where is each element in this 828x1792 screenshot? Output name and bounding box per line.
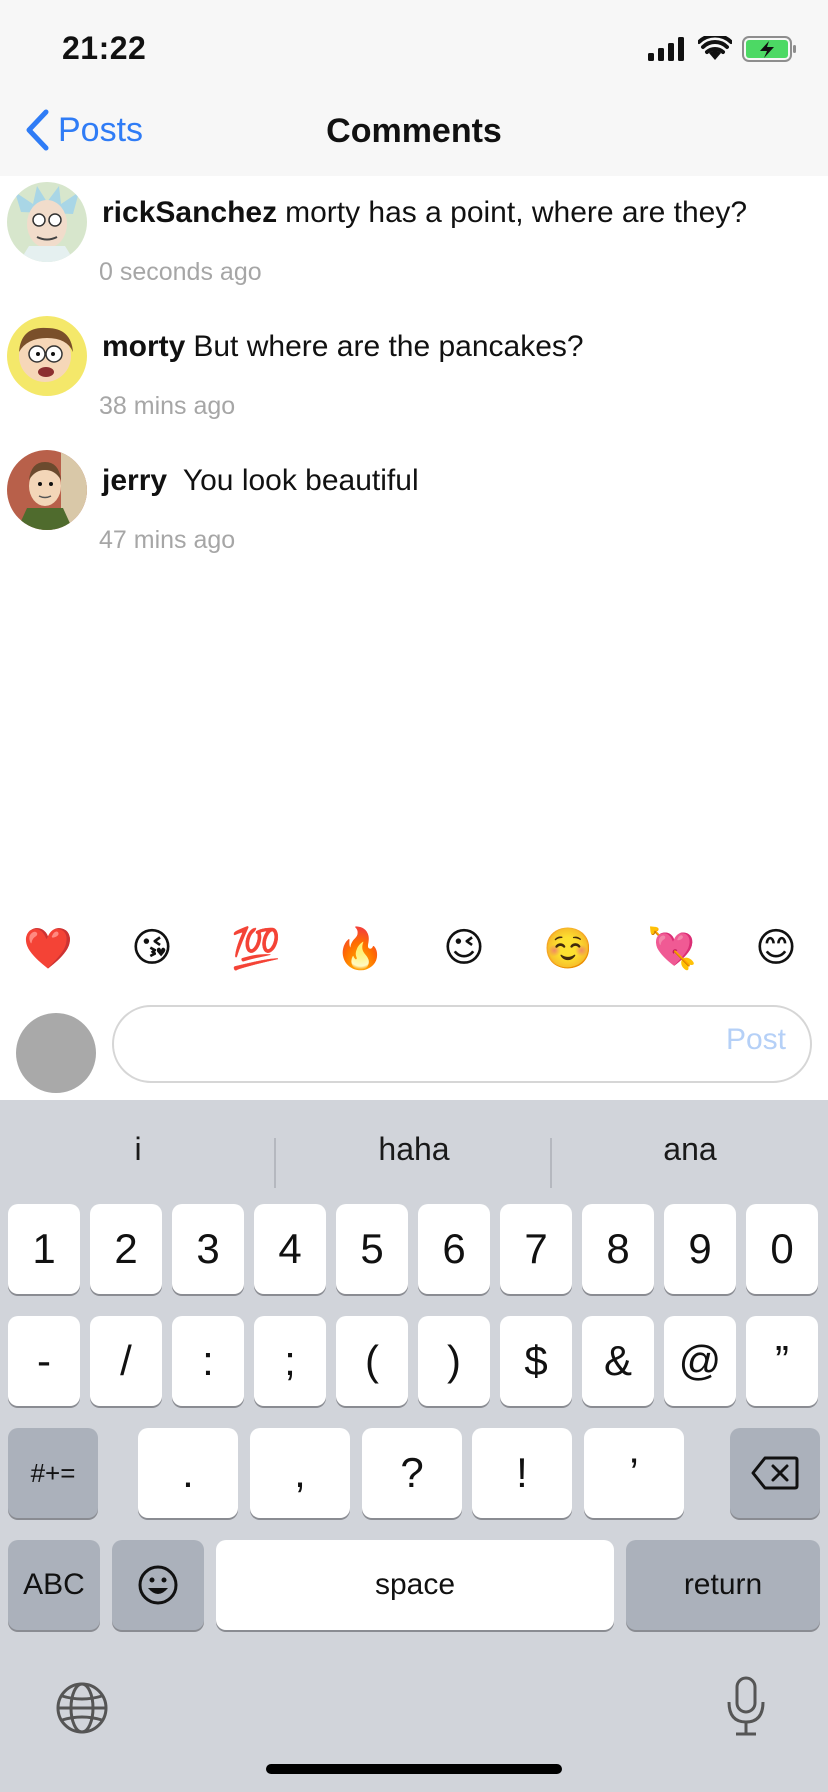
- key-dollar[interactable]: $: [500, 1316, 572, 1406]
- comment-item[interactable]: jerry You look beautiful 47 mins ago: [0, 444, 828, 578]
- jerry-avatar[interactable]: [7, 450, 87, 530]
- key-close-paren[interactable]: ): [418, 1316, 490, 1406]
- key-question[interactable]: ?: [362, 1428, 462, 1518]
- key-comma[interactable]: ,: [250, 1428, 350, 1518]
- key-3[interactable]: 3: [172, 1204, 244, 1294]
- suggestion-item[interactable]: i: [0, 1118, 276, 1180]
- comment-timestamp: 47 mins ago: [99, 526, 236, 554]
- key-4[interactable]: 4: [254, 1204, 326, 1294]
- suggestion-bar: i haha ana: [0, 1118, 828, 1188]
- home-indicator: [266, 1764, 562, 1774]
- key-apostrophe[interactable]: ’: [584, 1428, 684, 1518]
- comment-input[interactable]: [138, 1021, 698, 1067]
- comment-input-container: Post: [112, 1005, 812, 1083]
- comment-timestamp: 38 mins ago: [99, 392, 236, 420]
- key-exclamation[interactable]: !: [472, 1428, 572, 1518]
- comment-body: morty has a point, where are they?: [285, 196, 748, 229]
- cellular-signal-icon: [648, 37, 684, 61]
- page-title: Comments: [326, 112, 502, 150]
- key-semicolon[interactable]: ;: [254, 1316, 326, 1406]
- key-colon[interactable]: :: [172, 1316, 244, 1406]
- key-quote[interactable]: ”: [746, 1316, 818, 1406]
- key-more-symbols[interactable]: #+=: [8, 1428, 98, 1518]
- key-emoji[interactable]: [112, 1540, 204, 1630]
- comment-username[interactable]: morty: [102, 330, 185, 363]
- key-abc[interactable]: ABC: [8, 1540, 100, 1630]
- key-6[interactable]: 6: [418, 1204, 490, 1294]
- comment-body: But where are the pancakes?: [193, 330, 584, 363]
- comment-timestamp: 0 seconds ago: [99, 258, 262, 286]
- key-2[interactable]: 2: [90, 1204, 162, 1294]
- key-5[interactable]: 5: [336, 1204, 408, 1294]
- key-hyphen[interactable]: -: [8, 1316, 80, 1406]
- comment-text: morty But where are the pancakes?: [102, 330, 584, 364]
- emoji-face-icon: [138, 1565, 178, 1605]
- emoji-wink-button[interactable]: 😉: [436, 920, 492, 976]
- emoji-hundred-button[interactable]: 💯: [228, 920, 284, 976]
- comment-username[interactable]: jerry: [102, 464, 167, 497]
- comment-text: jerry You look beautiful: [102, 464, 419, 498]
- suggestion-item[interactable]: ana: [552, 1118, 828, 1180]
- key-9[interactable]: 9: [664, 1204, 736, 1294]
- morty-avatar[interactable]: [7, 316, 87, 396]
- wifi-icon: [698, 36, 732, 60]
- comment-item[interactable]: rickSanchez morty has a point, where are …: [0, 176, 828, 310]
- key-0[interactable]: 0: [746, 1204, 818, 1294]
- emoji-smile-button[interactable]: ☺️: [540, 920, 596, 976]
- status-time: 21:22: [62, 30, 147, 66]
- comments-list: rickSanchez morty has a point, where are …: [0, 176, 828, 578]
- emoji-fire-button[interactable]: 🔥: [332, 920, 388, 976]
- key-7[interactable]: 7: [500, 1204, 572, 1294]
- emoji-quick-bar: ❤️ 😘 💯 🔥 😉 ☺️ 💘 😊: [0, 920, 828, 976]
- status-icons: [648, 34, 798, 64]
- comment-text: rickSanchez morty has a point, where are …: [102, 196, 747, 230]
- post-button[interactable]: Post: [726, 1023, 786, 1057]
- current-user-avatar: [16, 1013, 96, 1093]
- key-at[interactable]: @: [664, 1316, 736, 1406]
- key-space[interactable]: space: [216, 1540, 614, 1630]
- rick-avatar[interactable]: [7, 182, 87, 262]
- key-open-paren[interactable]: (: [336, 1316, 408, 1406]
- key-slash[interactable]: /: [90, 1316, 162, 1406]
- emoji-heart-button[interactable]: ❤️: [20, 920, 76, 976]
- backspace-icon: [751, 1456, 799, 1490]
- suggestion-item[interactable]: haha: [276, 1118, 552, 1180]
- comment-item[interactable]: morty But where are the pancakes? 38 mins…: [0, 310, 828, 444]
- key-period[interactable]: .: [138, 1428, 238, 1518]
- emoji-blush-button[interactable]: 😊: [748, 920, 804, 976]
- battery-charging-icon: [742, 36, 796, 62]
- comment-username[interactable]: rickSanchez: [102, 196, 277, 229]
- key-backspace[interactable]: [730, 1428, 820, 1518]
- top-bar: 21:22 Posts Comments: [0, 0, 828, 176]
- emoji-kiss-button[interactable]: 😘: [124, 920, 180, 976]
- globe-icon[interactable]: [54, 1680, 110, 1736]
- key-1[interactable]: 1: [8, 1204, 80, 1294]
- key-return[interactable]: return: [626, 1540, 820, 1630]
- microphone-icon[interactable]: [724, 1676, 768, 1738]
- keyboard: i haha ana 1 2 3 4 5 6 7 8 9 0 - / : ; (…: [0, 1100, 828, 1792]
- key-8[interactable]: 8: [582, 1204, 654, 1294]
- comment-body: You look beautiful: [175, 464, 419, 497]
- emoji-heart-arrow-button[interactable]: 💘: [644, 920, 700, 976]
- key-ampersand[interactable]: &: [582, 1316, 654, 1406]
